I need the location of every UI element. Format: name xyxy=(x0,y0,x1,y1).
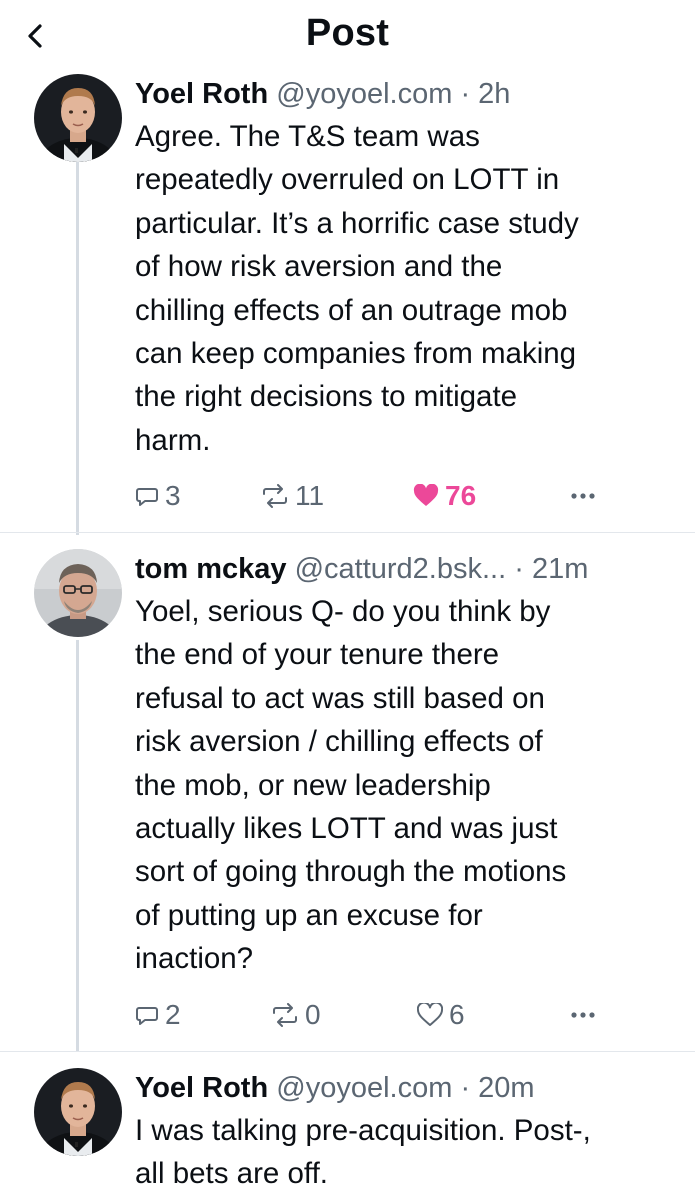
post-timestamp: 2h xyxy=(478,78,511,110)
avatar[interactable] xyxy=(34,549,122,637)
reply-count: 3 xyxy=(165,480,181,511)
like-count: 76 xyxy=(445,480,477,511)
more-options-button[interactable] xyxy=(563,995,603,1035)
post-author-line: Yoel Roth @yoyoel.com · 2h xyxy=(135,76,680,112)
post-author-line: tom mckay @catturd2.bsk... · 21m xyxy=(135,551,680,587)
like-button[interactable]: 6 xyxy=(417,995,465,1035)
post-timestamp: 20m xyxy=(478,1072,535,1104)
reply-button[interactable]: 3 xyxy=(135,476,181,516)
header-bar: Post xyxy=(0,0,695,70)
speech-bubble-icon xyxy=(136,488,158,506)
more-options-button[interactable] xyxy=(563,476,603,516)
author-name[interactable]: Yoel Roth xyxy=(135,78,268,110)
author-handle[interactable]: @yoyoel.com xyxy=(276,1072,452,1104)
reply-button[interactable]: 2 xyxy=(135,995,181,1035)
reply-count: 2 xyxy=(165,999,181,1030)
speech-bubble-icon xyxy=(136,1007,158,1025)
separator-dot: · xyxy=(460,1072,471,1104)
avatar[interactable] xyxy=(34,74,122,162)
like-button[interactable]: 76 xyxy=(413,476,476,516)
separator-dot: · xyxy=(514,553,524,585)
post-actions: 2 0 6 xyxy=(135,995,605,1035)
post-item[interactable]: Yoel Roth @yoyoel.com · 2h Agree. The T&… xyxy=(0,70,695,532)
post-text: I was talking pre-acquisition. Post-, al… xyxy=(135,1114,591,1191)
author-name[interactable]: tom mckay xyxy=(135,553,287,585)
repost-button[interactable]: 0 xyxy=(271,995,321,1035)
heart-icon xyxy=(413,484,439,506)
ellipsis-icon xyxy=(571,493,595,499)
post-text: Agree. The T&S team was repeatedly overr… xyxy=(135,120,579,457)
repost-arrows-icon xyxy=(273,1003,297,1027)
post-text: Yoel, serious Q- do you think by the end… xyxy=(135,595,567,976)
separator-dot: · xyxy=(460,78,471,110)
page-title: Post xyxy=(305,12,390,54)
ellipsis-icon xyxy=(571,1012,595,1018)
post-item[interactable]: Yoel Roth @yoyoel.com · 20m I was talkin… xyxy=(0,1052,695,1200)
author-name[interactable]: Yoel Roth xyxy=(135,1072,268,1104)
repost-count: 11 xyxy=(295,480,325,511)
repost-button[interactable]: 11 xyxy=(261,476,324,516)
heart-icon xyxy=(417,1003,443,1026)
post-author-line: Yoel Roth @yoyoel.com · 20m xyxy=(135,1070,680,1106)
repost-arrows-icon xyxy=(263,484,287,508)
author-handle[interactable]: @catturd2.bsk... xyxy=(295,553,507,585)
repost-count: 0 xyxy=(305,999,321,1030)
author-handle[interactable]: @yoyoel.com xyxy=(276,78,452,110)
post-actions: 3 11 76 xyxy=(135,476,605,516)
avatar[interactable] xyxy=(34,1068,122,1156)
post-item[interactable]: tom mckay @catturd2.bsk... · 21m Yoel, s… xyxy=(0,533,695,1051)
like-count: 6 xyxy=(449,999,465,1030)
post-timestamp: 21m xyxy=(531,553,589,585)
